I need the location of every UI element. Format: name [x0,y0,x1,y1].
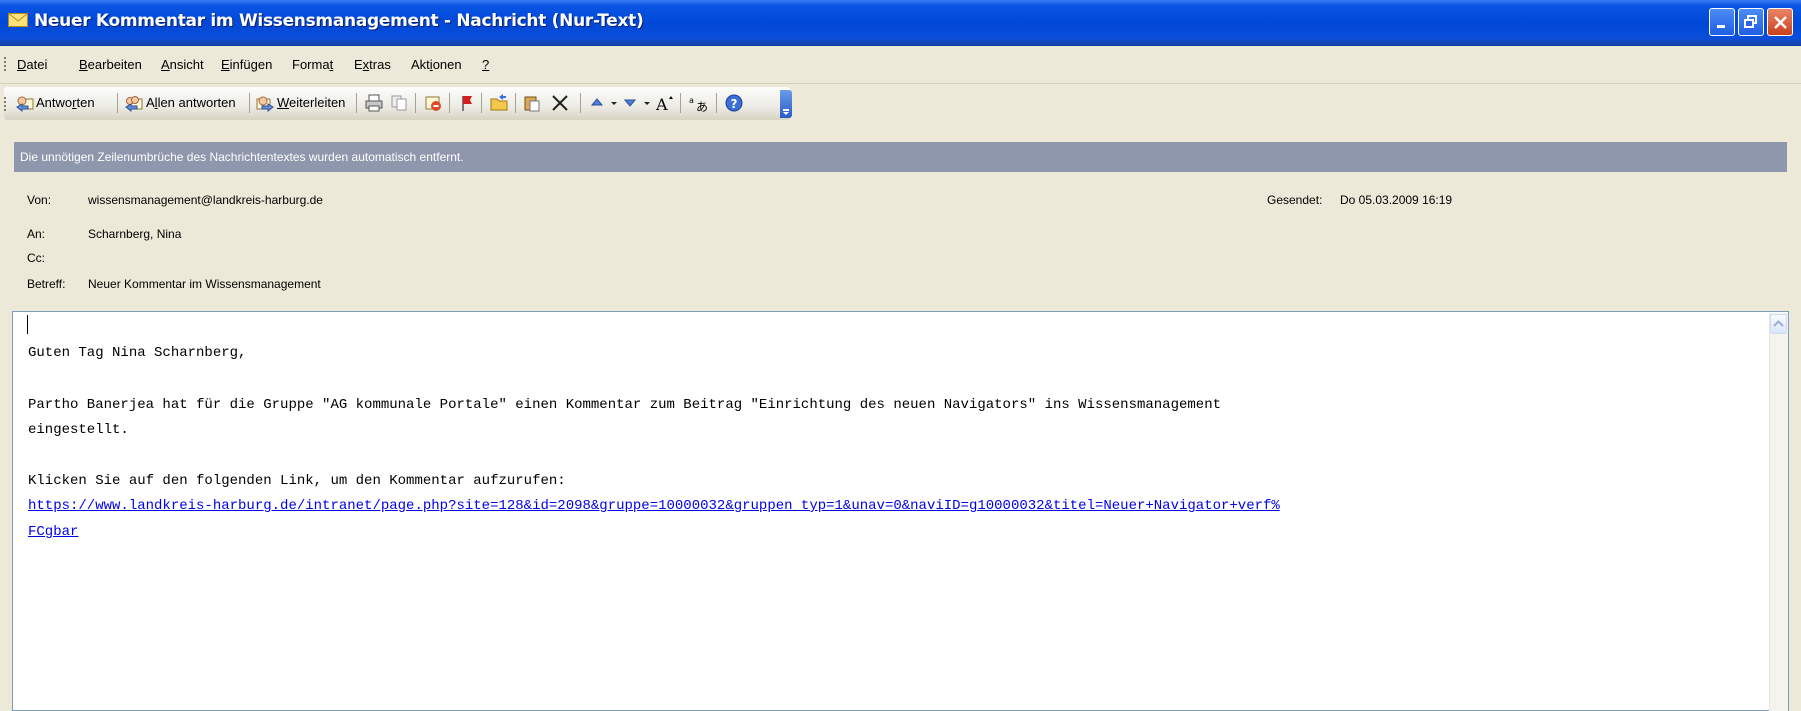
minimize-icon [1717,25,1725,28]
reply-icon [16,96,34,113]
toolbar-separator [716,93,717,113]
text-cursor [27,315,28,334]
toolbar-separator [249,93,250,113]
delete-flag-icon[interactable] [423,93,443,113]
body-line-1: Partho Banerjea hat für die Gruppe "AG k… [28,397,1221,413]
restore-icon [1744,15,1757,28]
menu-einfuegen[interactable]: Einfügen [221,57,272,72]
envelope-icon [8,13,28,27]
comment-link-continued[interactable]: FCgbar [28,524,78,540]
reply-all-icon [125,96,143,113]
menu-datei[interactable]: Datei [17,57,47,72]
toolbar-options-chevron[interactable] [780,90,792,118]
window-title: Neuer Kommentar im Wissensmanagement - N… [34,11,644,31]
encoding-icon[interactable]: a あ [688,93,708,113]
menu-ansicht[interactable]: Ansicht [161,57,204,72]
move-folder-icon[interactable] [489,93,509,113]
from-value[interactable]: wissensmanagement@landkreis-harburg.de [88,193,323,207]
title-bar: Neuer Kommentar im Wissensmanagement - N… [0,0,1801,46]
toolbar-separator [680,93,681,113]
menu-bar: Datei Bearbeiten Ansicht Einfügen Format… [0,46,1801,84]
menu-help[interactable]: ? [482,57,489,72]
toolbar-separator [356,93,357,113]
body-line-2: eingestellt. [28,422,129,438]
info-bar[interactable]: Die unnötigen Zeilenumbrüche des Nachric… [14,142,1787,172]
toolbar-separator [580,93,581,113]
paste-icon[interactable] [522,93,542,113]
svg-text:あ: あ [696,100,708,113]
followup-flag-icon[interactable] [457,93,477,113]
menu-grip[interactable] [4,57,8,73]
menu-format[interactable]: Format [292,57,333,72]
body-greeting: Guten Tag Nina Scharnberg, [28,345,247,361]
body-line-3: Klicken Sie auf den folgenden Link, um d… [28,473,566,489]
from-label: Von: [27,193,52,207]
svg-text:A: A [655,95,668,113]
menu-bearbeiten[interactable]: Bearbeiten [79,57,142,72]
chevron-down-icon [783,109,789,115]
font-size-icon[interactable]: A [654,93,674,113]
to-label: An: [27,227,46,241]
toolbar-separator [515,93,516,113]
to-value[interactable]: Scharnberg, Nina [88,227,181,241]
toolbar-separator [449,93,450,113]
menu-aktionen[interactable]: Aktionen [411,57,462,72]
delete-x-icon[interactable] [550,93,570,113]
svg-text:a: a [689,96,694,105]
forward-button[interactable]: Weiterleiten [277,95,345,110]
toolbar-separator [117,93,118,113]
forward-icon [256,96,274,113]
comment-link[interactable]: https://www.landkreis-harburg.de/intrane… [28,498,1280,514]
close-button[interactable] [1767,8,1793,36]
scroll-up-button[interactable] [1770,314,1787,334]
minimize-button[interactable] [1709,8,1735,36]
help-icon[interactable]: ? [724,93,744,113]
toolbar-separator [415,93,416,113]
reply-all-button[interactable]: Allen antworten [146,95,236,110]
svg-text:?: ? [731,97,738,111]
subject-value: Neuer Kommentar im Wissensmanagement [88,277,321,291]
restore-button[interactable] [1738,8,1764,36]
vertical-scrollbar[interactable] [1769,313,1788,711]
subject-label: Betreff: [27,277,66,291]
toolbar: Antworten Allen antworten Weiterleiten A… [0,84,1801,122]
close-icon [1774,16,1787,29]
menu-extras[interactable]: Extras [354,57,391,72]
copy-icon[interactable] [389,93,409,113]
cc-label: Cc: [27,251,45,265]
chevron-up-icon [1773,320,1784,327]
reply-button[interactable]: Antworten [36,95,95,110]
sent-value: Do 05.03.2009 16:19 [1340,193,1453,207]
print-icon[interactable] [364,93,384,113]
sent-label: Gesendet: [1267,193,1323,207]
toolbar-grip[interactable] [4,97,8,113]
toolbar-separator [481,93,482,113]
